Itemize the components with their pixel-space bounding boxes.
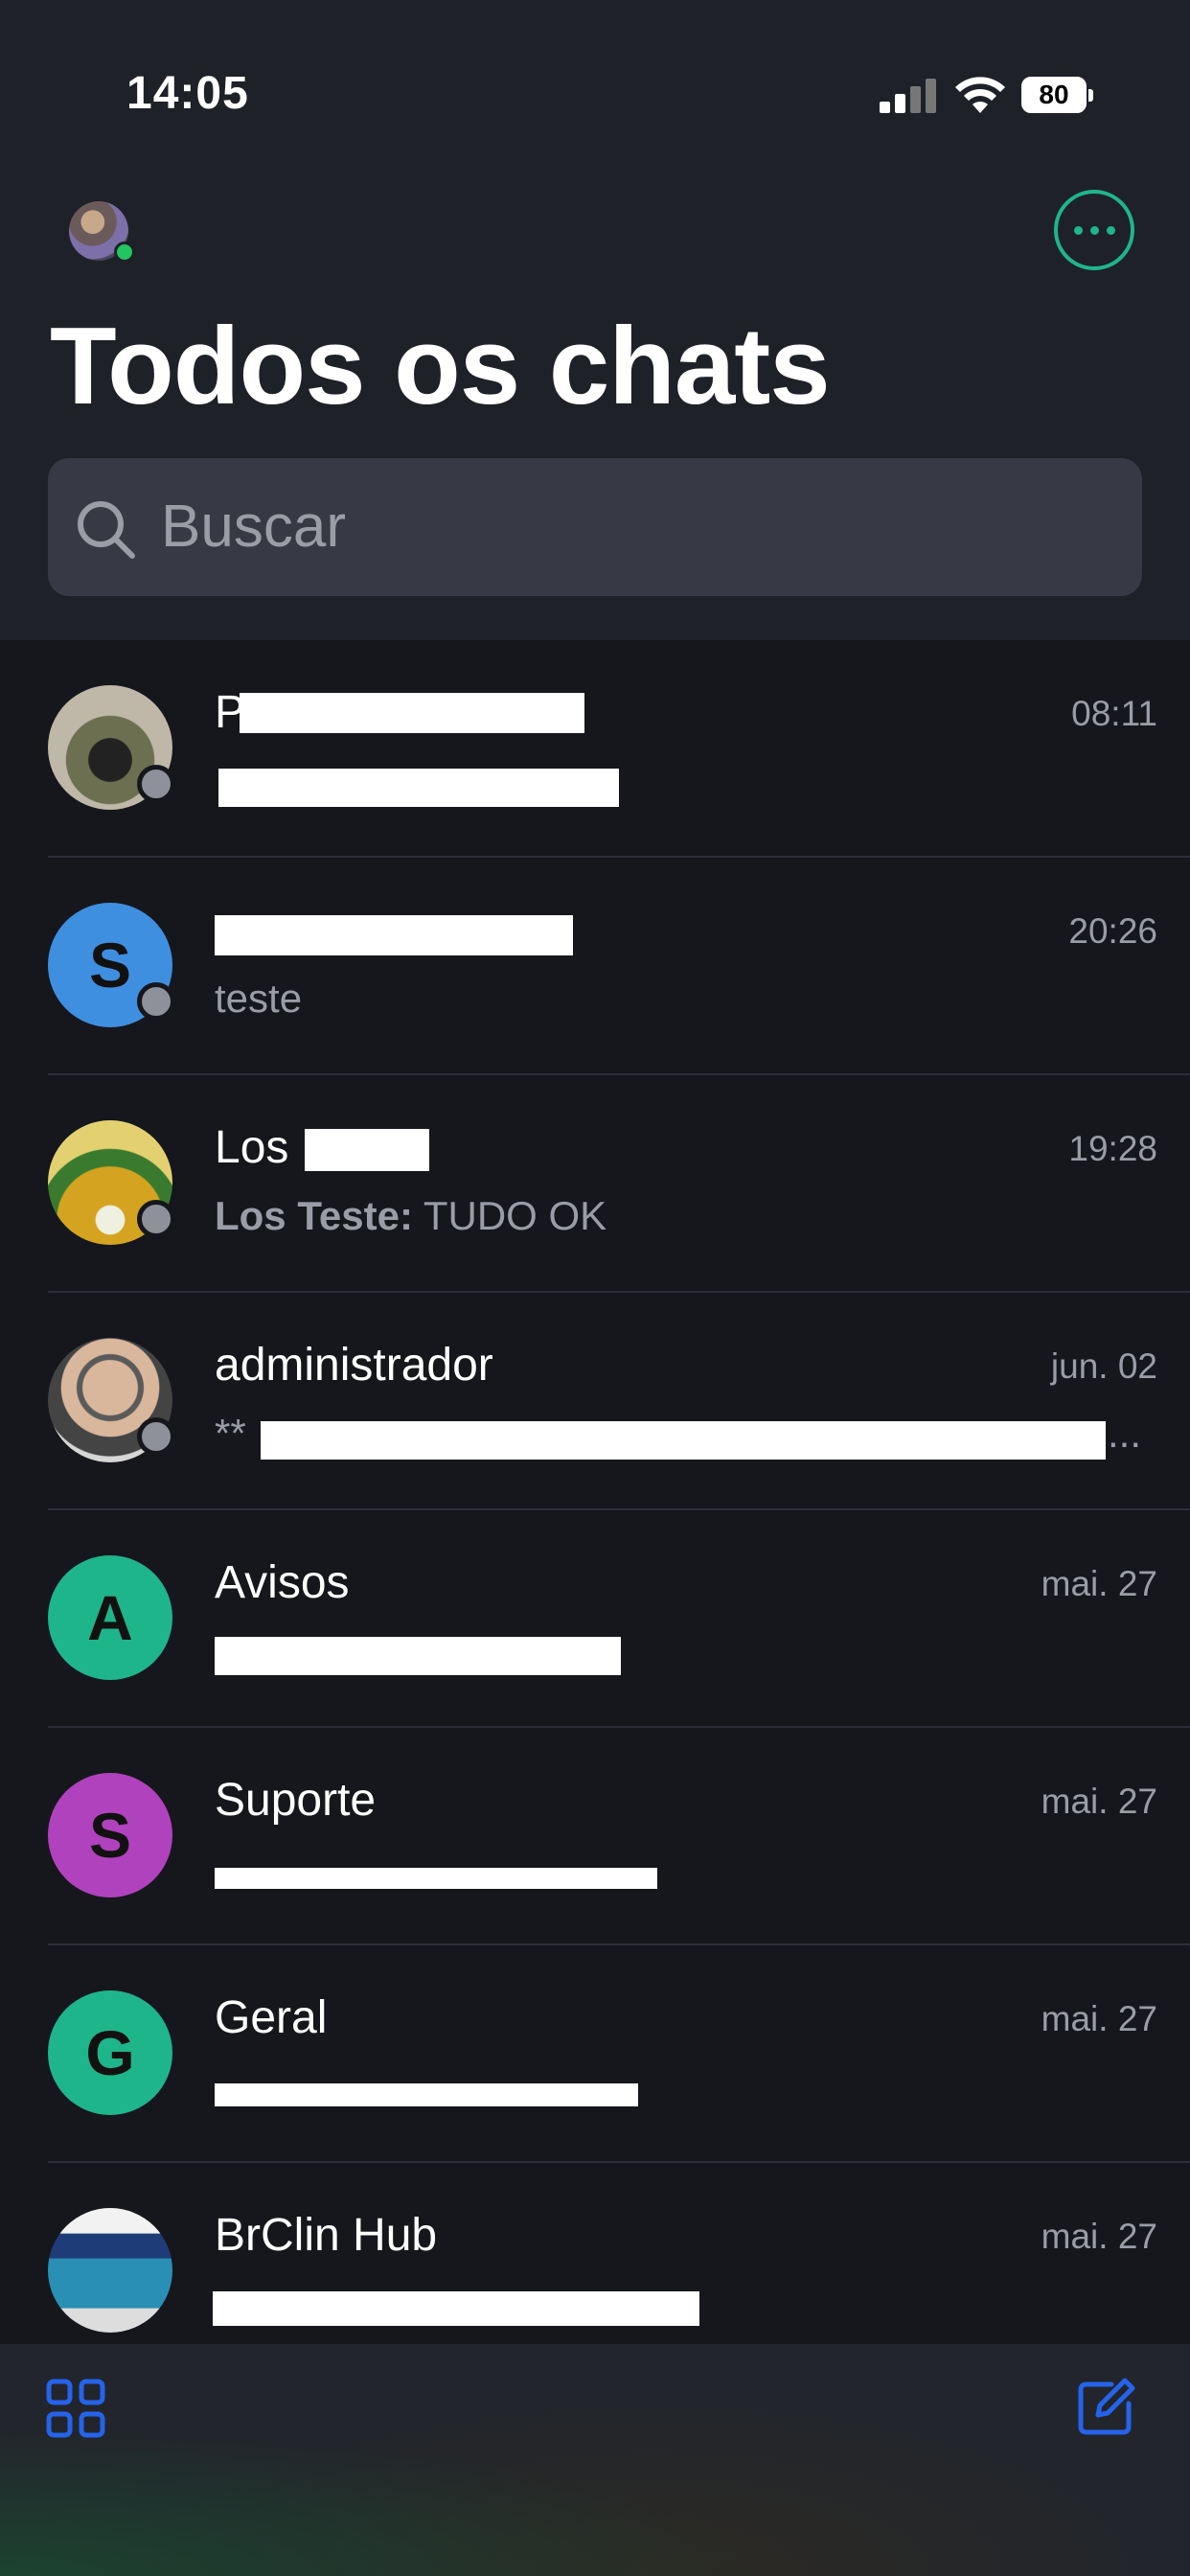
chat-time: 20:26 [1068,911,1157,951]
avatar-letter: S [88,1800,132,1871]
chat-time: 08:11 [1071,694,1157,733]
page-title: Todos os chats [50,306,831,427]
chat-row[interactable]: S Suporte mai. 27 [0,1728,1190,1945]
chat-avatar: G [48,1990,172,2115]
preview-ellipsis: ... [1108,1411,1142,1456]
chat-row[interactable]: P 08:11 [0,640,1190,858]
chat-name: BrClin Hub [215,2210,438,2261]
status-bar: 14:05 80 [0,0,1190,144]
grid-icon[interactable] [44,2377,107,2440]
header: 14:05 80 Todos os chats Buscar [0,0,1190,640]
search-placeholder: Buscar [161,494,346,560]
redaction [261,1421,1106,1460]
chat-row[interactable]: G Geral mai. 27 [0,1945,1190,2163]
chat-row[interactable]: A Avisos mai. 27 [0,1510,1190,1728]
wifi-icon [955,77,1005,113]
avatar-letter: A [87,1582,133,1653]
chat-preview: Los Teste: TUDO OK [215,1192,606,1240]
chat-time: mai. 27 [1041,2217,1157,2256]
chat-row[interactable]: S teste 20:26 [0,858,1190,1075]
status-dot [137,1417,175,1456]
redaction [215,915,573,955]
ellipsis-icon [1073,225,1083,235]
chat-preview: teste [215,976,303,1021]
preview-sender: Los Teste: [215,1193,413,1238]
chat-time: mai. 27 [1041,1782,1157,1821]
avatar-letter: S [88,930,132,1000]
search-input[interactable]: Buscar [48,458,1142,596]
chat-time: 19:28 [1068,1129,1157,1168]
search-icon [78,501,135,559]
redaction [240,693,584,733]
redaction [213,2291,699,2326]
chat-preview: ** [215,1410,246,1458]
redaction [215,1868,657,1889]
chat-name: Avisos [215,1557,350,1608]
status-dot [137,1200,175,1238]
online-status-dot [114,242,135,263]
preview-text: ** [215,1411,246,1456]
battery-level: 80 [1039,80,1069,109]
status-dot [137,765,175,803]
chat-name: Los [215,1122,289,1173]
battery-icon: 80 [1021,77,1094,115]
chat-name: Suporte [215,1775,377,1826]
cellular-signal-icon [880,79,937,113]
compose-icon[interactable] [1073,2377,1136,2440]
status-time: 14:05 [126,68,249,119]
redaction [215,2083,638,2106]
avatar-letter: G [85,2017,135,2088]
redaction [215,1637,621,1675]
chat-name: Geral [215,1992,328,2043]
chat-name: administrador [215,1340,493,1391]
chat-time: jun. 02 [1050,1346,1157,1386]
chat-time: mai. 27 [1041,1564,1157,1603]
redaction [305,1129,429,1171]
more-options-button[interactable] [1054,190,1134,270]
status-dot [137,982,175,1021]
chat-time: mai. 27 [1041,1999,1157,2038]
chat-avatar: S [48,1773,172,1898]
bottom-toolbar [0,2344,1190,2576]
chat-avatar: A [48,1555,172,1680]
chat-row[interactable]: Los Los Teste: TUDO OK 19:28 [0,1075,1190,1293]
preview-text: TUDO OK [423,1193,607,1238]
redaction [218,769,619,807]
chat-avatar [48,2208,172,2333]
chat-row[interactable]: administrador ** ... jun. 02 [0,1293,1190,1510]
